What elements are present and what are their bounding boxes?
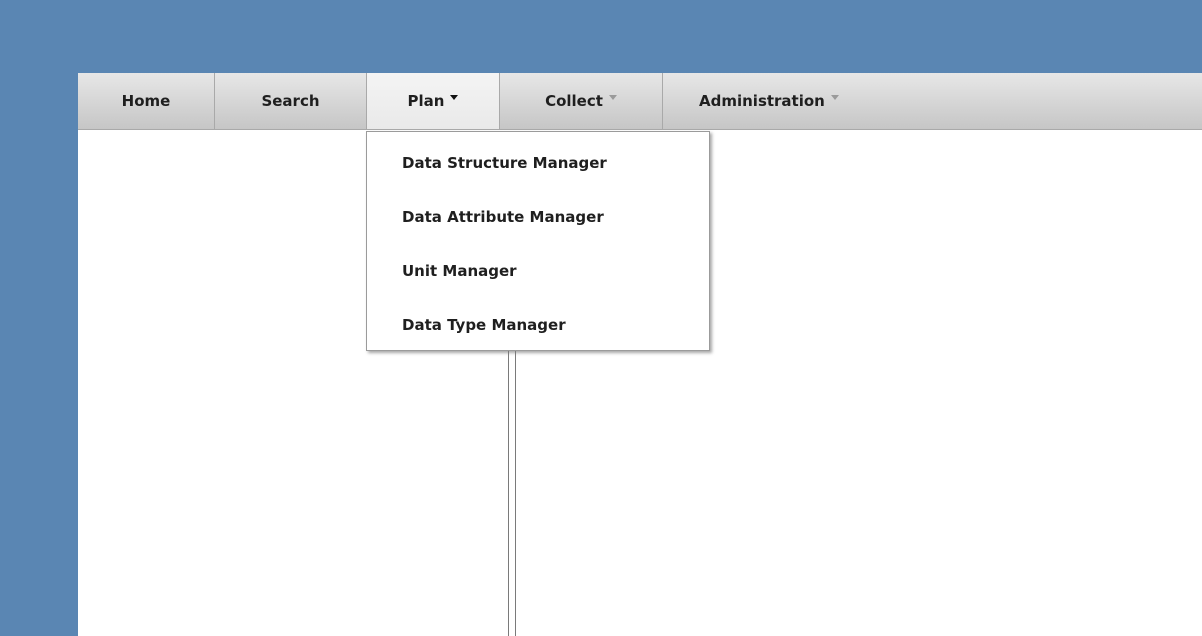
menu-collect-label: Collect xyxy=(545,92,603,110)
plan-dropdown-menu: Data Structure Manager Data Attribute Ma… xyxy=(366,131,710,351)
page-frame: Home Search Plan Collect Administration … xyxy=(78,73,1202,636)
menu-home-label: Home xyxy=(121,92,171,110)
caret-down-icon xyxy=(450,94,459,100)
menu-collect[interactable]: Collect xyxy=(500,73,663,129)
splitter-line-right xyxy=(515,351,516,636)
main-menubar: Home Search Plan Collect Administration xyxy=(78,73,1202,130)
splitter-line-left xyxy=(508,351,509,636)
menu-search-label: Search xyxy=(261,92,320,110)
dropdown-item-data-attribute-manager[interactable]: Data Attribute Manager xyxy=(402,208,604,226)
menu-plan-label: Plan xyxy=(407,92,445,110)
dropdown-item-data-structure-manager[interactable]: Data Structure Manager xyxy=(402,154,607,172)
dropdown-item-data-type-manager[interactable]: Data Type Manager xyxy=(402,316,566,334)
menu-home[interactable]: Home xyxy=(78,73,215,129)
caret-down-icon xyxy=(608,94,617,100)
menu-plan[interactable]: Plan xyxy=(367,73,500,129)
menu-administration-label: Administration xyxy=(699,92,825,110)
menu-search[interactable]: Search xyxy=(215,73,367,129)
dropdown-item-unit-manager[interactable]: Unit Manager xyxy=(402,262,517,280)
caret-down-icon xyxy=(830,94,839,100)
menu-administration[interactable]: Administration xyxy=(663,73,1202,129)
